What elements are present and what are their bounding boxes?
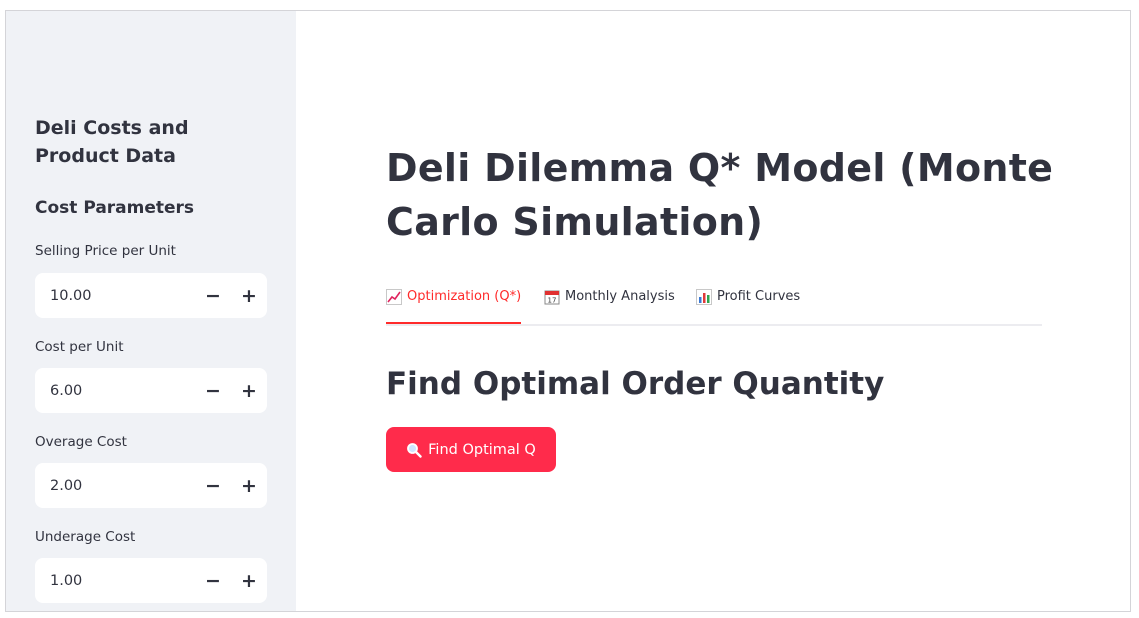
- bar-chart-icon: [696, 289, 712, 305]
- calendar-icon: 17: [544, 289, 560, 305]
- cost-per-unit-input[interactable]: 6.00 − +: [35, 368, 267, 413]
- sidebar: Deli Costs and Product Data Cost Paramet…: [6, 11, 296, 611]
- main-content: Deli Dilemma Q* Model (Monte Carlo Simul…: [296, 11, 1130, 611]
- selling-price-decrement-button[interactable]: −: [195, 273, 231, 318]
- selling-price-increment-button[interactable]: +: [231, 273, 267, 318]
- find-optimal-q-label: Find Optimal Q: [428, 441, 536, 458]
- tab-monthly-analysis-label: Monthly Analysis: [565, 289, 675, 304]
- tab-monthly-analysis[interactable]: 17 Monthly Analysis: [544, 289, 675, 322]
- cost-parameters-heading: Cost Parameters: [35, 198, 195, 218]
- svg-text:17: 17: [548, 297, 557, 305]
- cost-per-unit-value[interactable]: 6.00: [35, 383, 195, 399]
- overage-cost-input[interactable]: 2.00 − +: [35, 463, 267, 508]
- sidebar-heading: Deli Costs and Product Data: [35, 117, 189, 167]
- underage-cost-decrement-button[interactable]: −: [195, 558, 231, 603]
- selling-price-value[interactable]: 10.00: [35, 288, 195, 304]
- tab-optimization-label: Optimization (Q*): [407, 289, 522, 304]
- tab-bar: Optimization (Q*) 17 Monthly Analysis Pr…: [386, 289, 1042, 326]
- find-optimal-q-button[interactable]: Find Optimal Q: [386, 427, 556, 472]
- underage-cost-increment-button[interactable]: +: [231, 558, 267, 603]
- overage-cost-value[interactable]: 2.00: [35, 478, 195, 494]
- cost-per-unit-increment-button[interactable]: +: [231, 368, 267, 413]
- page-title: Deli Dilemma Q* Model (Monte Carlo Simul…: [386, 146, 1054, 244]
- cost-per-unit-decrement-button[interactable]: −: [195, 368, 231, 413]
- underage-cost-label: Underage Cost: [35, 529, 136, 545]
- app-window: Deli Costs and Product Data Cost Paramet…: [5, 10, 1131, 612]
- overage-cost-increment-button[interactable]: +: [231, 463, 267, 508]
- cost-per-unit-label: Cost per Unit: [35, 339, 124, 355]
- underage-cost-value[interactable]: 1.00: [35, 573, 195, 589]
- underage-cost-input[interactable]: 1.00 − +: [35, 558, 267, 603]
- magnifying-glass-icon: [406, 442, 422, 458]
- tab-profit-curves-label: Profit Curves: [717, 289, 801, 304]
- chart-increasing-icon: [386, 289, 402, 305]
- tab-optimization[interactable]: Optimization (Q*): [386, 289, 522, 324]
- tab-profit-curves[interactable]: Profit Curves: [696, 289, 800, 322]
- selling-price-input[interactable]: 10.00 − +: [35, 273, 267, 318]
- overage-cost-label: Overage Cost: [35, 434, 127, 450]
- selling-price-label: Selling Price per Unit: [35, 243, 176, 259]
- overage-cost-decrement-button[interactable]: −: [195, 463, 231, 508]
- section-title: Find Optimal Order Quantity: [386, 366, 885, 402]
